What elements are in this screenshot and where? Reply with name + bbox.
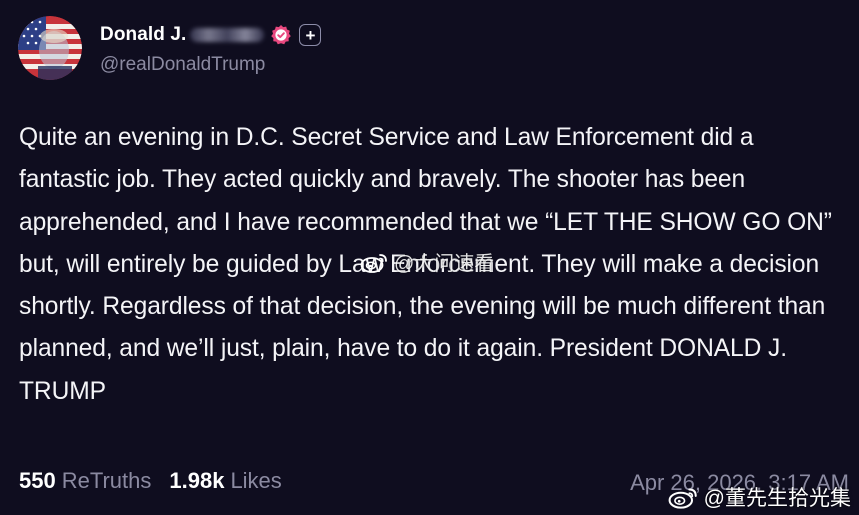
retruths-count[interactable]: 550 xyxy=(19,468,56,494)
author-identity: Donald J. + @realDonaldTrump xyxy=(100,20,322,76)
author-handle[interactable]: @realDonaldTrump xyxy=(100,54,321,76)
author-avatar[interactable] xyxy=(18,16,82,80)
retruths-label[interactable]: ReTruths xyxy=(62,468,152,494)
verified-badge-icon xyxy=(270,24,292,46)
avatar-image xyxy=(18,16,82,80)
author-display-name[interactable]: Donald J. xyxy=(100,24,186,46)
post-body-text: Quite an evening in D.C. Secret Service … xyxy=(19,124,832,405)
likes-count[interactable]: 1.98k xyxy=(169,468,224,494)
post-header: Donald J. + @realDonaldTrump xyxy=(18,16,322,80)
post-timestamp[interactable]: Apr 26, 2026, 3:17 AM xyxy=(630,470,849,496)
truth-post-card: Donald J. + @realDonaldTrump Quite an ev… xyxy=(0,0,859,515)
likes-label[interactable]: Likes xyxy=(230,468,281,494)
post-stats: 550 ReTruths 1.98k Likes xyxy=(19,468,282,494)
redacted-name-blur xyxy=(190,28,265,42)
author-name-row: Donald J. + xyxy=(100,20,322,50)
plus-icon[interactable]: + xyxy=(299,24,322,46)
